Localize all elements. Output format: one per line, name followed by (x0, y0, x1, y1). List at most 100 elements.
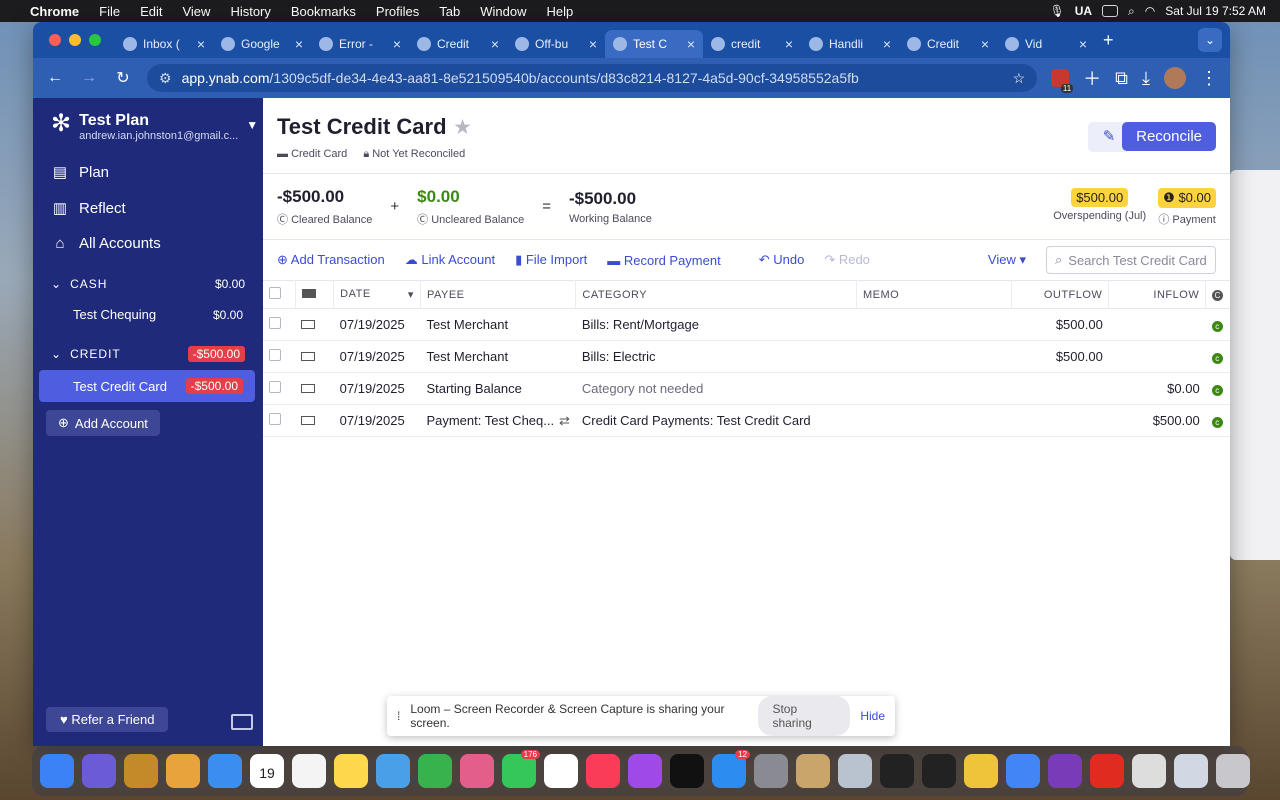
new-tab-button[interactable]: + (1103, 30, 1114, 51)
row-memo[interactable] (856, 372, 1012, 405)
close-tab-icon[interactable]: × (491, 36, 499, 52)
acrobat-icon[interactable] (1090, 754, 1124, 788)
music-icon[interactable] (586, 754, 620, 788)
close-tab-icon[interactable]: × (197, 36, 205, 52)
tab-5[interactable]: Test C × (605, 30, 703, 58)
datetime[interactable]: Sat Jul 19 7:52 AM (1165, 4, 1266, 18)
app-icon[interactable] (880, 754, 914, 788)
refer-friend-button[interactable]: ♥ Refer a Friend (46, 707, 169, 732)
add-transaction-button[interactable]: ⊕ Add Transaction (277, 252, 385, 268)
col-date[interactable]: DATE ▾ (333, 280, 421, 309)
row-outflow[interactable]: $500.00 (1011, 308, 1109, 341)
cleared-icon[interactable]: c (1211, 385, 1223, 396)
url-field[interactable]: ⚙ app.ynab.com/1309c5df-de34-4e43-aa81-8… (147, 64, 1038, 92)
tab-8[interactable]: Credit × (899, 30, 997, 58)
app-icon[interactable] (922, 754, 956, 788)
tab-4[interactable]: Off-bu × (507, 30, 605, 58)
menu-view[interactable]: View (172, 4, 220, 19)
row-checkbox[interactable] (269, 381, 281, 393)
row-outflow[interactable] (1011, 372, 1109, 405)
account-test-chequing[interactable]: Test Chequing $0.00 (39, 299, 255, 330)
app-icon[interactable] (964, 754, 998, 788)
ua-indicator[interactable]: UA (1075, 4, 1092, 18)
search-input[interactable]: ⌕ Search Test Credit Card (1046, 246, 1216, 274)
extension-icon[interactable]: 11 (1051, 69, 1074, 93)
tab-6[interactable]: credit × (703, 30, 801, 58)
notes-icon[interactable] (334, 754, 368, 788)
col-category[interactable]: CATEGORY (575, 280, 857, 309)
collapse-sidebar-icon[interactable] (231, 714, 253, 730)
calendar-icon[interactable]: 19 (250, 754, 284, 788)
col-outflow[interactable]: OUTFLOW (1011, 280, 1110, 309)
row-date[interactable]: 07/19/2025 (333, 404, 421, 437)
flag-icon[interactable] (301, 416, 316, 425)
menu-app[interactable]: Chrome (20, 4, 89, 19)
cleared-icon[interactable]: c (1211, 321, 1223, 332)
flag-icon[interactable] (301, 320, 316, 329)
row-checkbox[interactable] (269, 413, 281, 425)
site-info-icon[interactable]: ⚙ (159, 70, 172, 87)
reconcile-button[interactable]: Reconcile (1122, 122, 1216, 151)
close-tab-icon[interactable]: × (981, 36, 989, 52)
view-dropdown[interactable]: View ▾ (988, 252, 1026, 268)
redo-button[interactable]: ↷ Redo (824, 252, 870, 268)
row-date[interactable]: 07/19/2025 (333, 308, 421, 341)
freeform-icon[interactable] (376, 754, 410, 788)
messages-icon[interactable]: 176 (502, 750, 540, 788)
row-inflow[interactable]: $500.00 (1108, 404, 1206, 437)
cleared-icon[interactable]: c (1211, 417, 1223, 428)
row-payee[interactable]: Payment: Test Cheq... ⇄ (420, 404, 576, 437)
close-tab-icon[interactable]: × (1079, 36, 1087, 52)
table-row[interactable]: 07/19/2025 Payment: Test Cheq... ⇄ Credit C… (263, 404, 1230, 437)
tab-7[interactable]: Handli × (801, 30, 899, 58)
menu-window[interactable]: Window (470, 4, 536, 19)
row-inflow[interactable] (1108, 340, 1206, 373)
menu-file[interactable]: File (89, 4, 130, 19)
row-date[interactable]: 07/19/2025 (333, 340, 421, 373)
close-tab-icon[interactable]: × (295, 36, 303, 52)
overspending-indicator[interactable]: $500.00 Overspending (Jul) (1053, 188, 1146, 227)
back-button[interactable]: ← (45, 69, 65, 87)
podcasts-icon[interactable] (628, 754, 662, 788)
group-credit[interactable]: ⌄ CREDIT -$500.00 (33, 338, 263, 370)
drag-handle-icon[interactable]: ⁞ (397, 709, 400, 723)
siri-icon[interactable] (82, 754, 116, 788)
row-memo[interactable] (856, 404, 1012, 437)
plus-extension-icon[interactable]: ＋ (1083, 65, 1101, 91)
tab-2[interactable]: Error - × (311, 30, 409, 58)
menu-bookmarks[interactable]: Bookmarks (281, 4, 366, 19)
screen-share-icon[interactable] (1102, 5, 1119, 17)
row-category[interactable]: Bills: Electric (575, 340, 857, 373)
stop-sharing-button[interactable]: Stop sharing (758, 696, 851, 736)
record-payment-button[interactable]: ▬ Record Payment (607, 253, 720, 268)
table-row[interactable]: 07/19/2025 Test Merchant Bills: Electric $5… (263, 340, 1230, 373)
menu-help[interactable]: Help (537, 4, 584, 19)
row-date[interactable]: 07/19/2025 (333, 372, 421, 405)
favorite-star-icon[interactable]: ★ (455, 117, 471, 138)
download-icon[interactable]: ⤓ (1142, 68, 1150, 89)
row-category[interactable]: Credit Card Payments: Test Credit Card (575, 404, 857, 437)
close-tab-icon[interactable]: × (687, 36, 695, 52)
archive-icon[interactable] (1132, 754, 1166, 788)
app-icon[interactable] (124, 754, 158, 788)
minimize-window-button[interactable] (69, 34, 81, 46)
account-test-credit-card[interactable]: Test Credit Card -$500.00 (39, 370, 255, 402)
close-tab-icon[interactable]: × (883, 36, 891, 52)
finder-icon[interactable] (40, 754, 74, 788)
flag-column-icon[interactable] (301, 288, 316, 298)
sidebar-item-plan[interactable]: ▤ Plan (33, 154, 263, 190)
tab-3[interactable]: Credit × (409, 30, 507, 58)
close-tab-icon[interactable]: × (589, 36, 597, 52)
close-window-button[interactable] (49, 34, 61, 46)
sidebar-item-reflect[interactable]: ▥ Reflect (33, 190, 263, 226)
zoom-window-button[interactable] (89, 34, 101, 46)
menu-profiles[interactable]: Profiles (366, 4, 429, 19)
row-checkbox[interactable] (269, 317, 281, 329)
trash-icon[interactable] (1216, 754, 1250, 788)
select-all-checkbox[interactable] (269, 287, 281, 299)
menu-tab[interactable]: Tab (429, 4, 470, 19)
col-inflow[interactable]: INFLOW (1108, 280, 1207, 309)
cleared-column-icon[interactable]: C (1212, 289, 1224, 301)
row-category[interactable]: Category not needed (575, 372, 857, 405)
link-account-button[interactable]: ☁ Link Account (405, 252, 495, 268)
